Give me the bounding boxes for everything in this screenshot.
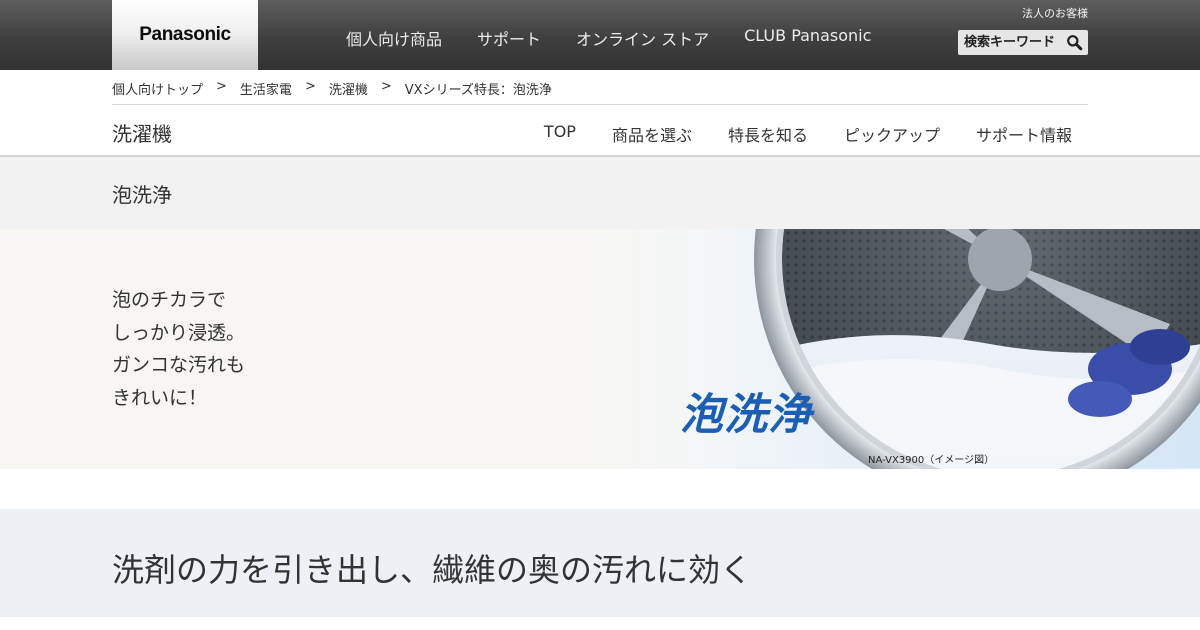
hero-copy-line: ガンコな汚れも xyxy=(112,354,246,376)
panasonic-logo[interactable]: Panasonic xyxy=(112,0,258,70)
breadcrumb-divider xyxy=(112,104,1088,105)
hero-image-caption: NA-VX3900（イメージ図） xyxy=(868,455,995,466)
category-nav: TOP 商品を選ぶ 特長を知る ピックアップ サポート情報 xyxy=(508,122,1072,146)
category-nav-features[interactable]: 特長を知る xyxy=(728,122,808,146)
global-nav-online-store[interactable]: オンライン ストア xyxy=(576,26,709,50)
foam-wash-logo: 泡洗浄 xyxy=(680,390,812,440)
hero-copy-line: 泡のチカラで xyxy=(112,289,227,311)
page-title: 泡洗浄 xyxy=(112,183,172,207)
global-nav-support[interactable]: サポート xyxy=(477,26,541,50)
breadcrumb: 個人向けトップ > 生活家電 > 洗濯機 > VXシリーズ特長：泡洗浄 xyxy=(112,79,552,98)
breadcrumb-separator: > xyxy=(216,79,227,94)
section-heading-band: 洗剤の力を引き出し、繊維の奥の汚れに効く xyxy=(0,509,1200,617)
hero-banner: 泡のチカラで しっかり浸透。 ガンコな汚れも きれいに！ 泡洗浄 NA-VX39… xyxy=(0,229,1200,469)
category-nav-top[interactable]: TOP xyxy=(544,122,576,146)
breadcrumb-item-washing-machines[interactable]: 洗濯機 xyxy=(329,79,368,98)
search-box xyxy=(958,30,1088,55)
page-title-band: 泡洗浄 xyxy=(0,157,1200,229)
global-nav-personal-products[interactable]: 個人向け商品 xyxy=(346,26,442,50)
breadcrumb-separator: > xyxy=(380,79,392,94)
breadcrumb-item-personal-top[interactable]: 個人向けトップ xyxy=(112,79,203,98)
global-header: Panasonic 個人向け商品 サポート オンライン ストア CLUB Pan… xyxy=(0,0,1200,70)
global-nav-club-panasonic[interactable]: CLUB Panasonic xyxy=(744,26,871,50)
hero-copy-line: しっかり浸透。 xyxy=(112,321,246,344)
category-nav-choose-product[interactable]: 商品を選ぶ xyxy=(612,122,692,146)
category-nav-support-info[interactable]: サポート情報 xyxy=(976,122,1072,146)
hero-copy: 泡のチカラで しっかり浸透。 ガンコな汚れも きれいに！ xyxy=(112,284,412,414)
search-icon[interactable] xyxy=(1066,34,1083,51)
logo-text: Panasonic xyxy=(139,24,231,45)
breadcrumb-item-home-appliances[interactable]: 生活家電 xyxy=(240,79,292,98)
hero-copy-line: きれいに！ xyxy=(112,386,208,409)
breadcrumb-separator: > xyxy=(304,79,316,94)
global-nav: 個人向け商品 サポート オンライン ストア CLUB Panasonic xyxy=(346,26,906,50)
search-input[interactable] xyxy=(958,30,1062,55)
category-nav-pickup[interactable]: ピックアップ xyxy=(844,122,940,146)
corporate-customers-link[interactable]: 法人のお客様 xyxy=(1022,5,1088,21)
category-title[interactable]: 洗濯機 xyxy=(112,118,172,147)
breadcrumb-item-current: VXシリーズ特長：泡洗浄 xyxy=(404,83,552,98)
section-heading: 洗剤の力を引き出し、繊維の奥の汚れに効く xyxy=(112,551,753,589)
